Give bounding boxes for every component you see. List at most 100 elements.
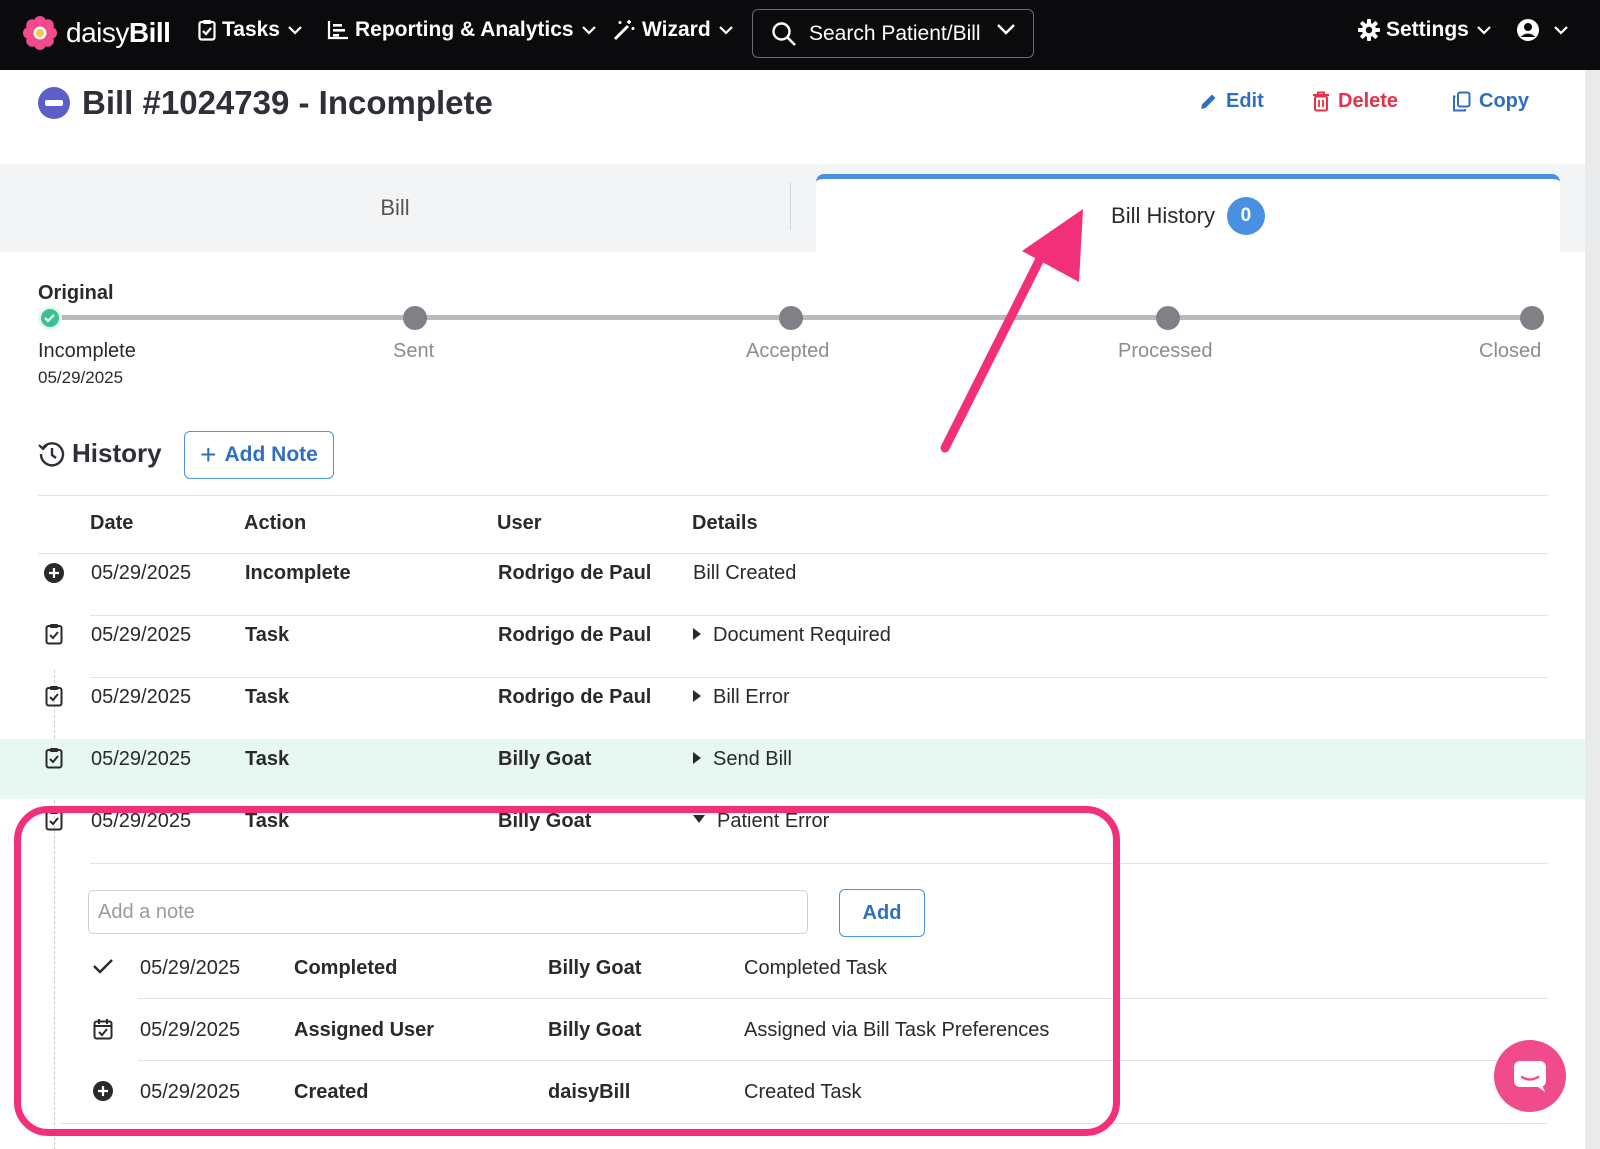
top-nav: daisyBill Tasks Reporting & Analytics Wi… [0, 0, 1600, 70]
check-icon [44, 314, 55, 323]
clipboard-check-icon [45, 747, 63, 774]
progress-label-accepted: Accepted [746, 340, 830, 362]
row-date: 05/29/2025 [91, 624, 192, 646]
row-date: 05/29/2025 [91, 562, 192, 584]
row-user: Billy Goat [498, 810, 592, 832]
progress-node-processed [1156, 306, 1180, 330]
row-user: Billy Goat [498, 748, 592, 770]
tab-bill[interactable]: Bill [0, 164, 790, 252]
progress-node-accepted [779, 306, 803, 330]
row-details-toggle[interactable]: Send Bill [693, 748, 792, 771]
nav-wizard[interactable]: Wizard [612, 18, 739, 42]
highlighted-row [0, 739, 1585, 799]
row-details: Document Required [713, 624, 891, 646]
delete-button[interactable]: Delete [1312, 90, 1398, 113]
daisy-flower-icon [23, 16, 57, 50]
row-details: Patient Error [717, 810, 830, 832]
row-details-toggle[interactable]: Patient Error [693, 810, 829, 833]
chevron-down-icon [581, 25, 596, 35]
nav-reporting-label: Reporting & Analytics [355, 18, 574, 41]
row-details-toggle[interactable]: Bill Error [693, 686, 790, 709]
row-action: Task [245, 748, 290, 770]
row-details-toggle[interactable]: Document Required [693, 624, 891, 647]
progress-node-sent [403, 306, 427, 330]
check-icon [92, 957, 114, 980]
subrow-action: Assigned User [294, 1019, 435, 1041]
page-title: Bill #1024739 - Incomplete [82, 84, 493, 121]
plus-circle-icon [92, 1080, 114, 1107]
caret-right-icon [693, 689, 701, 702]
bill-title-row: Bill #1024739 - Incomplete [38, 84, 493, 122]
chevron-down-icon [1554, 25, 1568, 35]
subrow-details: Assigned via Bill Task Preferences [744, 1019, 1050, 1041]
row-details: Bill Created [693, 562, 797, 584]
subrow-divider [138, 1060, 1548, 1061]
search-icon [772, 21, 796, 46]
row-date: 05/29/2025 [91, 686, 192, 708]
subrow-details: Created Task [744, 1081, 862, 1103]
nav-wizard-label: Wizard [642, 18, 711, 41]
user-menu[interactable] [1516, 18, 1574, 42]
caret-right-icon [693, 751, 701, 764]
nav-settings-label: Settings [1386, 18, 1469, 41]
brand-bold: Bill [128, 17, 171, 48]
table-bottom-divider [60, 1123, 1548, 1124]
row-user: Rodrigo de Paul [498, 562, 652, 584]
nav-reporting[interactable]: Reporting & Analytics [327, 18, 602, 42]
clipboard-check-icon [45, 809, 63, 836]
nav-settings[interactable]: Settings [1358, 18, 1497, 42]
edit-button[interactable]: Edit [1198, 90, 1264, 113]
search-patient-bill[interactable]: Search Patient/Bill [752, 9, 1034, 58]
history-heading: History [38, 438, 162, 469]
clipboard-check-icon [45, 623, 63, 650]
daisybill-logo[interactable]: daisyBill [22, 15, 171, 51]
progress-node-closed [1520, 306, 1544, 330]
chevron-down-icon [1477, 25, 1491, 35]
copy-label: Copy [1479, 90, 1529, 112]
chevron-down-icon [718, 25, 733, 35]
row-divider [90, 863, 1548, 864]
tab-bill-history[interactable]: Bill History 0 [816, 174, 1560, 252]
subrow-details: Completed Task [744, 957, 888, 979]
col-action: Action [244, 512, 307, 534]
tab-divider [790, 182, 791, 230]
progress-node-incomplete [38, 306, 62, 330]
subrow-action: Created [294, 1081, 369, 1103]
delete-label: Delete [1338, 90, 1399, 112]
progress-label-closed: Closed [1479, 340, 1542, 362]
subrow-action: Completed [294, 957, 398, 979]
chevron-down-icon [288, 25, 302, 35]
nav-tasks-label: Tasks [222, 18, 280, 41]
add-note-button[interactable]: + Add Note [184, 431, 334, 479]
calendar-check-icon [93, 1018, 113, 1045]
subrow-user: Billy Goat [548, 1019, 642, 1041]
history-title: History [72, 438, 162, 468]
chat-bubble-icon [1514, 1061, 1546, 1092]
gear-icon [1358, 19, 1380, 41]
table-top-divider [38, 495, 1548, 496]
row-date: 05/29/2025 [91, 748, 192, 770]
copy-button[interactable]: Copy [1452, 90, 1529, 113]
plus-circle-icon [43, 562, 65, 589]
brand-light: daisy [66, 17, 129, 48]
subrow-date: 05/29/2025 [140, 1081, 241, 1103]
progress-date: 05/29/2025 [38, 368, 124, 387]
row-details: Send Bill [713, 748, 792, 770]
nav-tasks[interactable]: Tasks [198, 18, 308, 42]
row-action: Task [245, 686, 290, 708]
add-note-submit-button[interactable]: Add [839, 889, 925, 937]
row-divider [90, 615, 1548, 616]
col-date: Date [90, 512, 134, 534]
add-note-input[interactable] [88, 890, 808, 934]
clipboard-check-icon [45, 685, 63, 712]
subrow-user: daisyBill [548, 1081, 631, 1103]
row-user: Rodrigo de Paul [498, 686, 652, 708]
progress-label-incomplete: Incomplete [38, 340, 136, 362]
col-user: User [497, 512, 542, 534]
subrow-date: 05/29/2025 [140, 1019, 241, 1041]
chat-widget-button[interactable] [1494, 1040, 1566, 1112]
clipboard-check-icon [198, 20, 216, 41]
row-action: Task [245, 624, 290, 646]
add-note-label: Add Note [224, 443, 318, 466]
subrow-divider [138, 998, 1548, 999]
